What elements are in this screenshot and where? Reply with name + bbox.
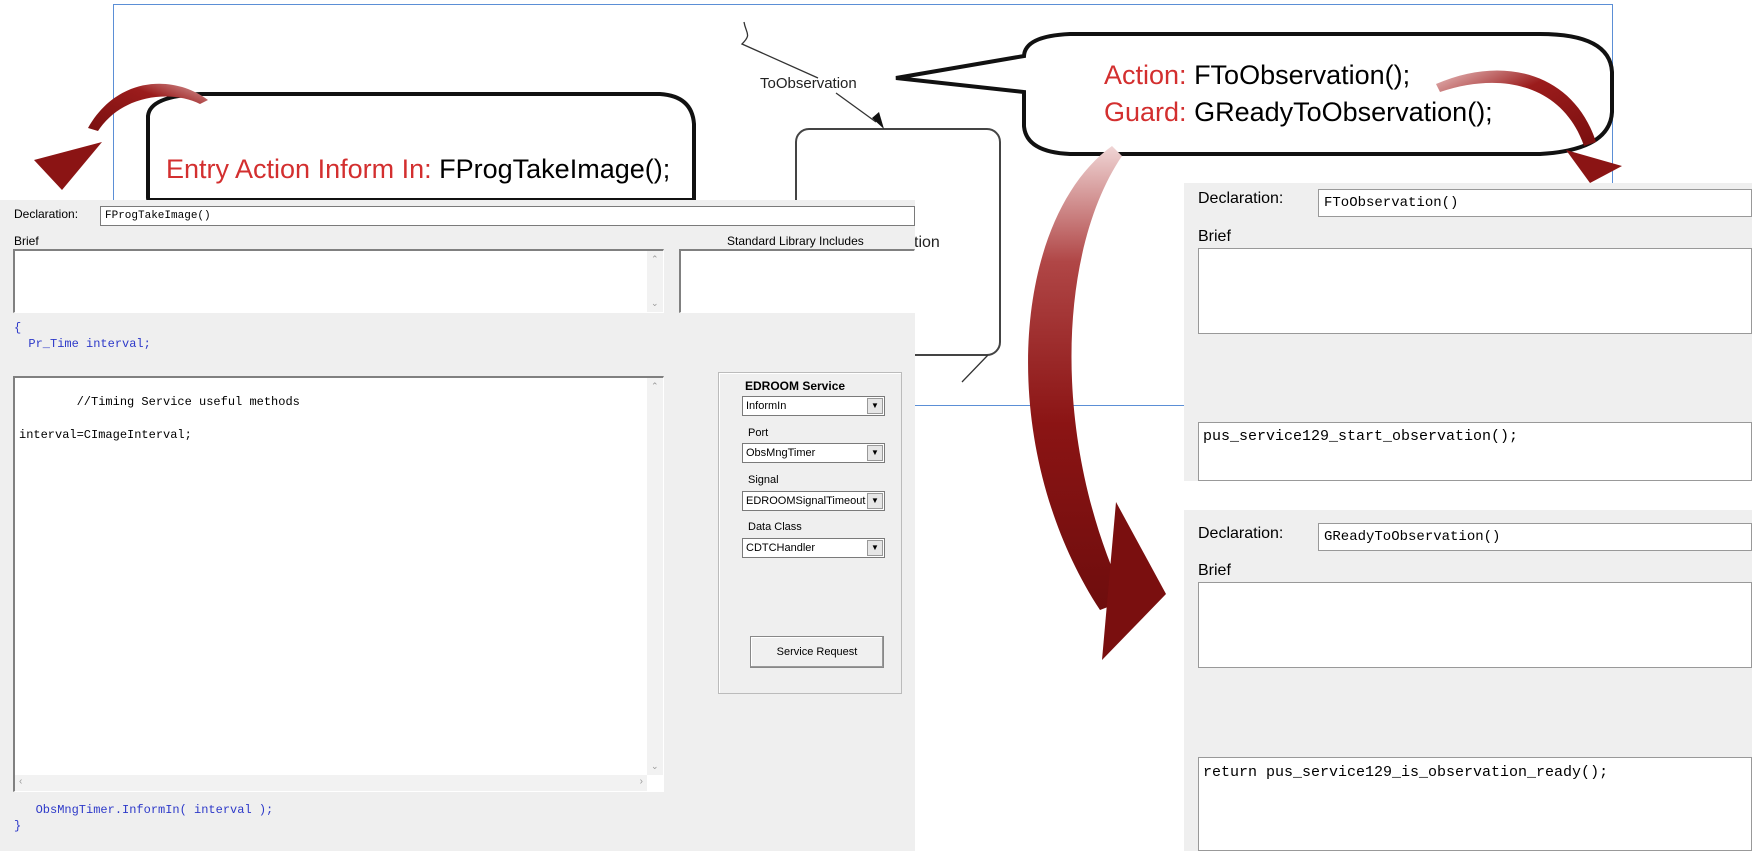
arrow-to-entry-dialog [34, 83, 208, 190]
annotation-arrows [34, 70, 1622, 660]
arrow-to-action-dialog [1436, 70, 1622, 183]
arrow-to-guard-dialog [1028, 146, 1166, 660]
